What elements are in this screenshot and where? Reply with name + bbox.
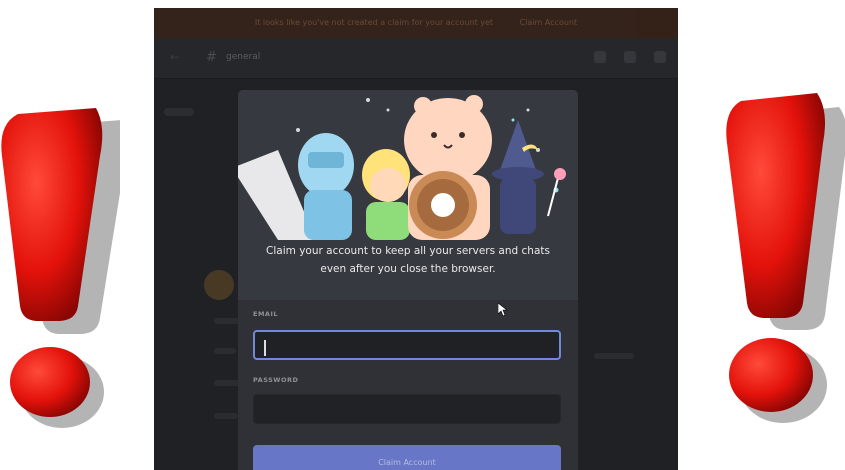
notice-link[interactable]: Claim Account xyxy=(520,18,578,27)
email-label: EMAIL xyxy=(253,310,278,318)
exclamation-left-icon xyxy=(0,100,120,440)
notice-banner: It looks like you've not created a claim… xyxy=(154,8,678,38)
modal-headline: Claim your account to keep all your serv… xyxy=(250,242,566,278)
modal-headline-line2: even after you close the browser. xyxy=(320,263,496,275)
password-field[interactable] xyxy=(253,394,561,424)
ghost-row xyxy=(214,348,236,354)
password-label: PASSWORD xyxy=(253,376,299,384)
modal-headline-line1: Claim your account to keep all your serv… xyxy=(266,245,550,257)
members-icon[interactable] xyxy=(654,51,666,63)
mouse-pointer-icon xyxy=(498,303,508,317)
back-arrow-icon[interactable]: ← xyxy=(170,50,180,64)
claim-account-modal: Claim your account to keep all your serv… xyxy=(238,90,578,470)
sidebar-placeholder xyxy=(164,108,194,116)
claim-account-button[interactable]: Claim Account xyxy=(253,445,561,470)
app-window: It looks like you've not created a claim… xyxy=(154,8,678,470)
avatar xyxy=(204,270,234,300)
wumpus-illustration xyxy=(238,90,578,240)
ghost-row xyxy=(214,318,240,324)
email-field[interactable] xyxy=(253,330,561,360)
notice-text: It looks like you've not created a claim… xyxy=(254,18,494,27)
ghost-row xyxy=(594,353,634,359)
hash-icon: # xyxy=(206,50,217,65)
text-caret xyxy=(264,340,266,356)
channel-header: ← # general xyxy=(154,38,678,79)
pin-icon[interactable] xyxy=(624,51,636,63)
ghost-row xyxy=(214,413,238,419)
claim-form: EMAIL PASSWORD Claim Account xyxy=(238,300,578,470)
channel-name: general xyxy=(226,52,261,62)
bell-icon[interactable] xyxy=(594,51,606,63)
exclamation-right-icon xyxy=(725,85,845,440)
